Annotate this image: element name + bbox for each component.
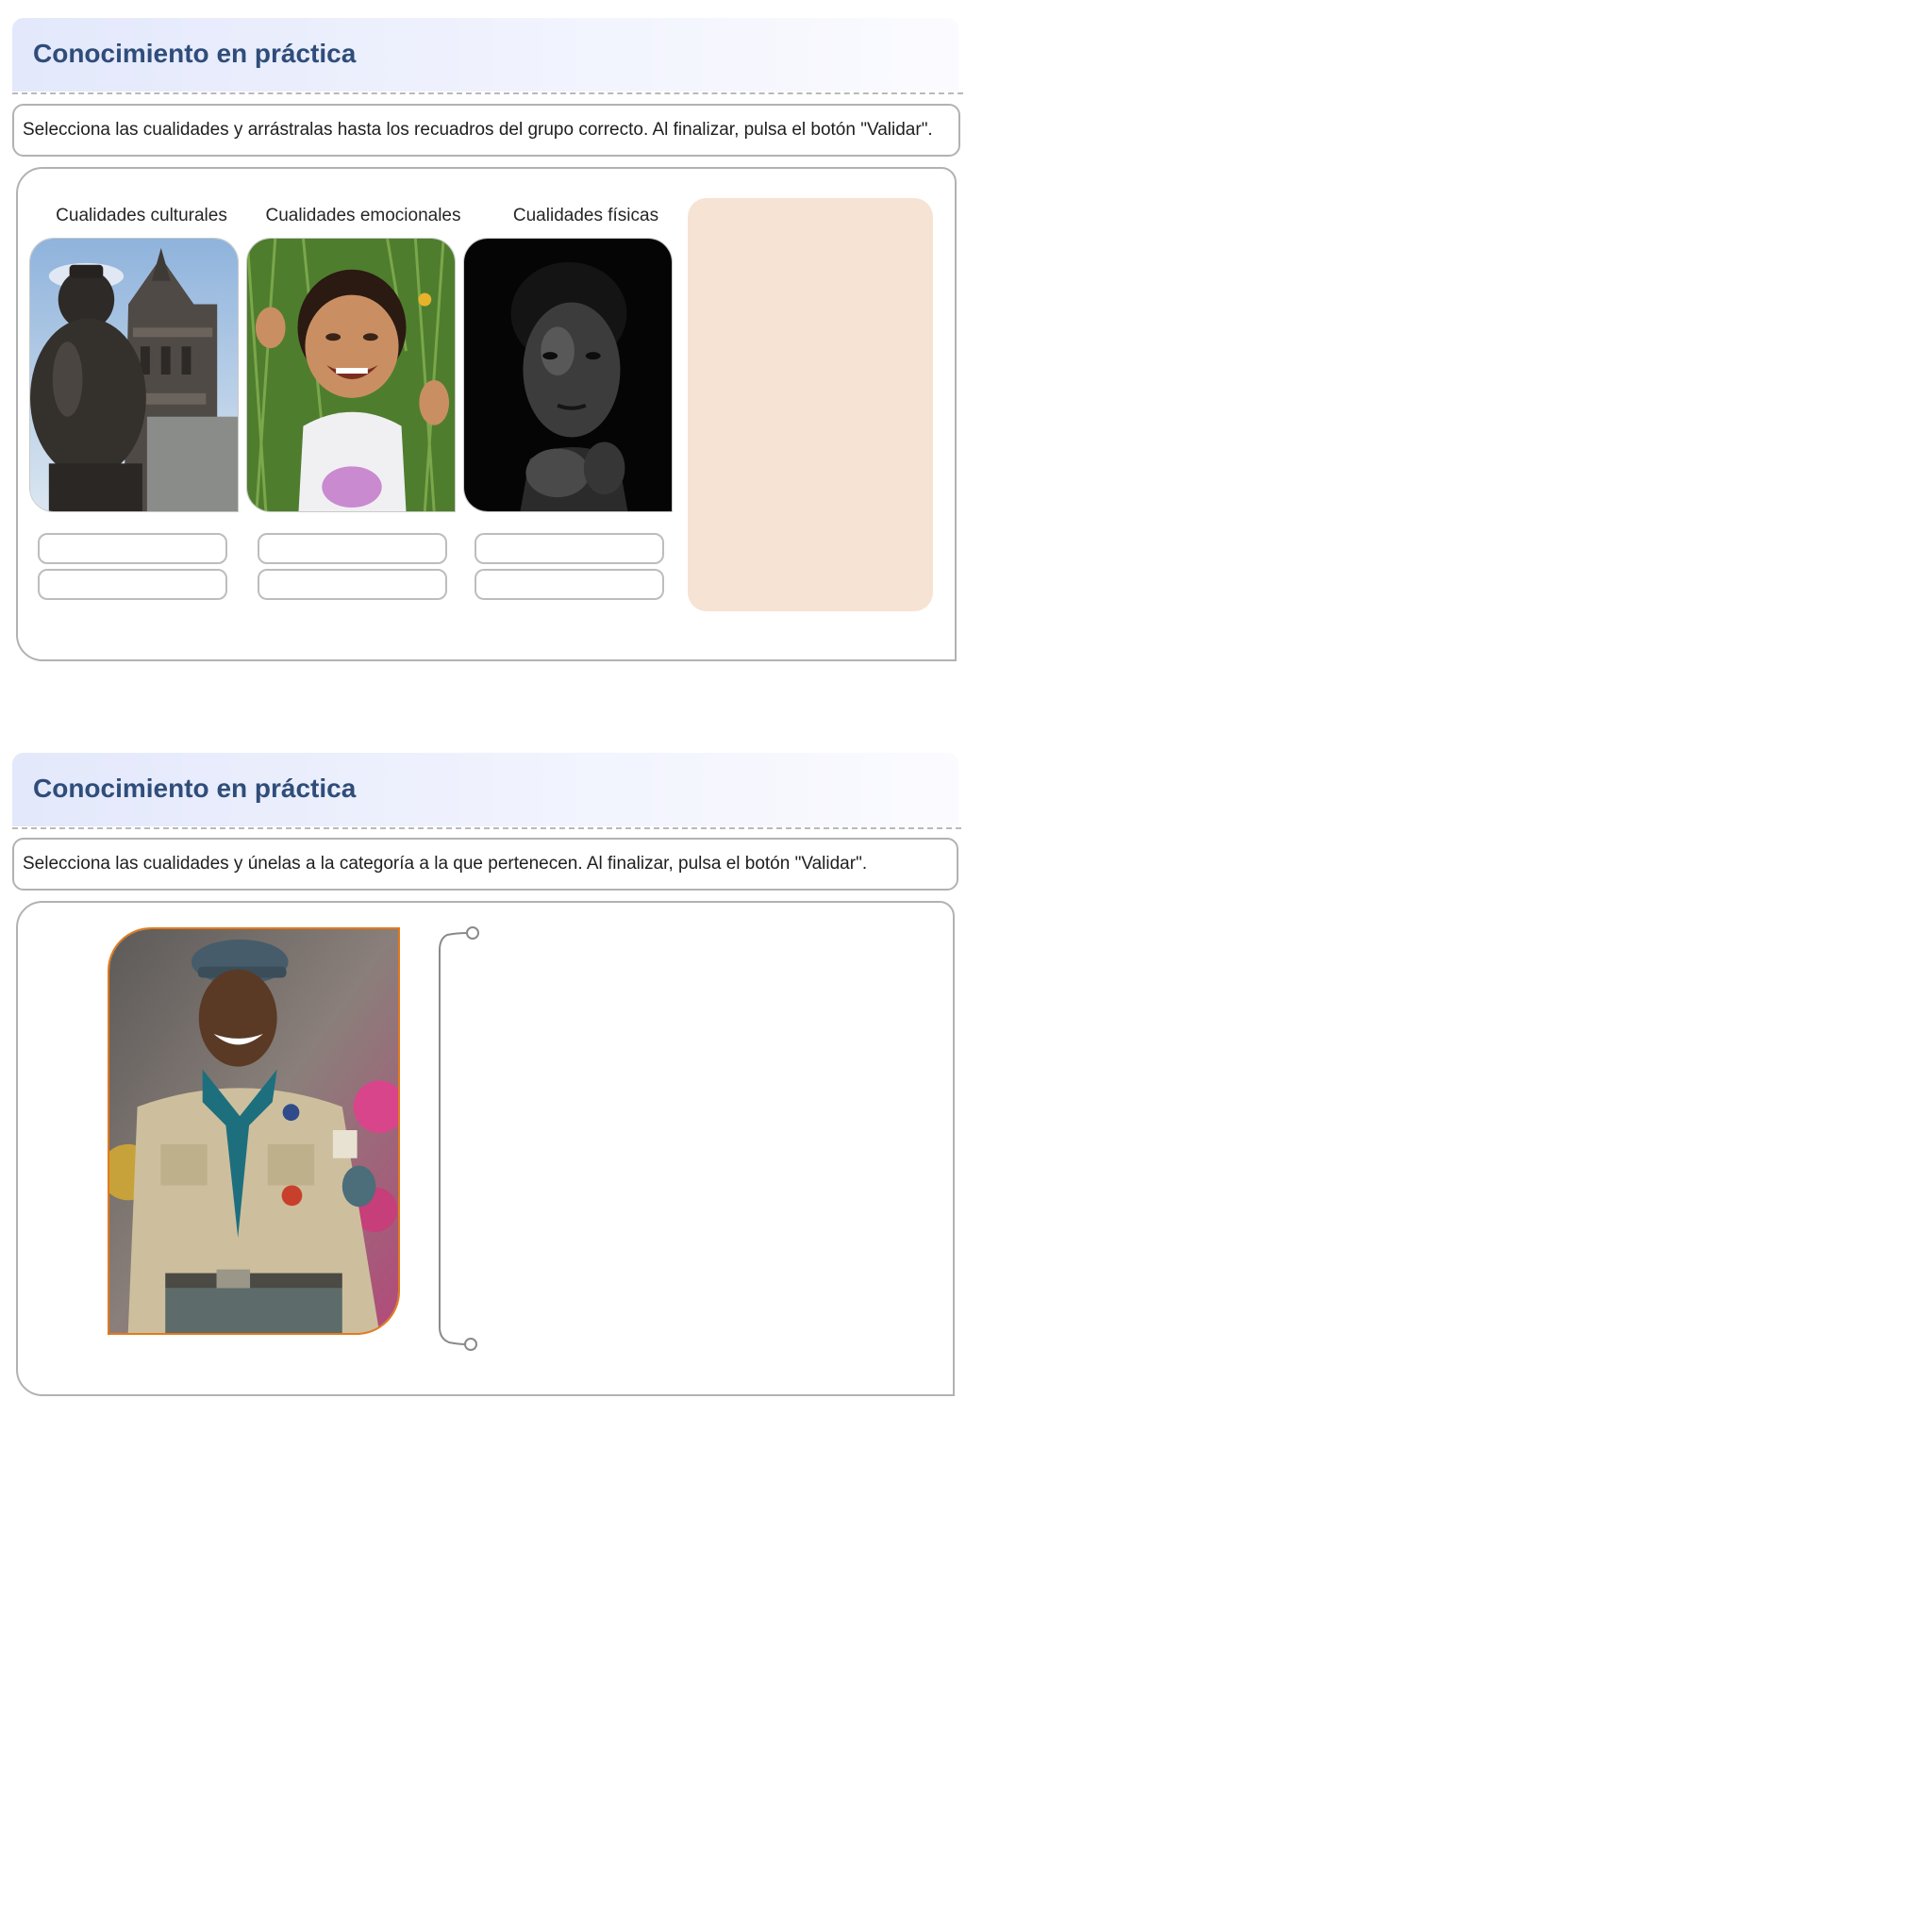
activity2-divider: [12, 827, 961, 829]
activity2-header: Conocimiento en práctica: [12, 753, 958, 826]
column-label-emocionales: Cualidades emocionales: [265, 206, 461, 225]
activity1-instruction-text: Selecciona las cualidades y arrástralas …: [23, 120, 933, 140]
activity1-title: Conocimiento en práctica: [33, 39, 357, 68]
statue-and-cathedral-photo: [29, 238, 239, 512]
woman-portrait-photo: [463, 238, 673, 512]
activity2-title: Conocimiento en práctica: [33, 774, 357, 803]
activity1-panel: Cualidades culturales Cualidades emocion…: [16, 167, 957, 661]
drop-slot-culturales-2[interactable]: [38, 569, 227, 600]
smiling-scout-photo: [108, 927, 400, 1335]
column-label-culturales: Cualidades culturales: [56, 206, 227, 225]
drop-slot-fisicas-2[interactable]: [475, 569, 664, 600]
activity2-panel: [16, 901, 955, 1396]
activity1-divider: [12, 92, 963, 94]
column-label-fisicas: Cualidades físicas: [512, 206, 659, 225]
activity1-header: Conocimiento en práctica: [12, 18, 958, 92]
smiling-girl-photo: [246, 238, 456, 512]
drop-slot-fisicas-1[interactable]: [475, 533, 664, 564]
drop-slot-emocionales-1[interactable]: [258, 533, 447, 564]
drop-slot-emocionales-2[interactable]: [258, 569, 447, 600]
activity2-instruction-box: Selecciona las cualidades y únelas a la …: [12, 838, 958, 891]
activity1-instruction-box: Selecciona las cualidades y arrástralas …: [12, 104, 960, 157]
activity2-instruction-text: Selecciona las cualidades y únelas a la …: [23, 854, 868, 874]
qualities-source-tray[interactable]: [688, 198, 933, 611]
drop-slot-culturales-1[interactable]: [38, 533, 227, 564]
connector-bracket[interactable]: [428, 922, 485, 1356]
